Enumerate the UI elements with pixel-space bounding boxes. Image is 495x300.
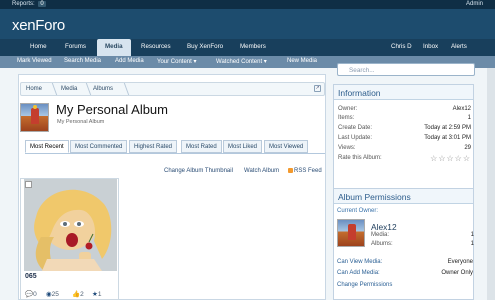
nav-media[interactable]: Media [97,39,131,56]
current-owner-label: Current Owner: [337,208,379,214]
rating-value: 1 [97,291,102,298]
reports-label: Reports: [12,1,35,7]
views-value: 29 [464,145,471,151]
owner-value[interactable]: Alex12 [453,106,471,112]
nav-inbox[interactable]: Inbox [423,43,438,50]
reports-link[interactable]: Reports: 0 [12,1,46,7]
album-subtitle: My Personal Album [57,119,105,125]
header: xenForo [0,9,495,39]
search-input[interactable]: Search... [337,63,475,76]
rate-label: Rate this Album: [338,155,382,161]
breadcrumb-separator [77,83,92,95]
rating-count: ★1 [92,290,101,298]
likes-count: 👍2 [72,290,84,298]
items-label: Items: [338,115,355,121]
breadcrumb-separator [43,83,58,95]
owner-media-value: 1 [470,232,474,238]
tab-most-commented[interactable]: Most Commented [70,140,128,153]
can-add-value: Owner Only [441,270,473,276]
thumbnail-image [24,179,117,271]
breadcrumb-home[interactable]: Home [26,86,42,92]
subnav-search-media[interactable]: Search Media [64,58,101,64]
scrollbar[interactable] [487,68,495,300]
reports-count-badge: 0 [38,1,46,7]
search-placeholder: Search... [349,67,375,74]
logo-text: xenForo [12,17,65,34]
items-value: 1 [467,115,471,121]
expand-icon[interactable]: ↗ [314,85,321,92]
admin-link[interactable]: Admin [466,1,483,7]
views-count: ◉25 [46,290,59,298]
media-item-card [20,178,119,300]
last-update-label: Last Update: [338,135,373,141]
comments-count: 💬0 [25,290,37,298]
admin-bar: Reports: 0 Admin [0,0,495,9]
tab-most-recent[interactable]: Most Recent [25,140,69,153]
rating-stars[interactable]: ☆☆☆☆☆ [430,154,471,163]
owner-media-label: Media: [371,232,390,238]
album-permissions-header: Album Permissions [334,189,473,204]
album-permissions-title: Album Permissions [338,192,411,202]
can-view-label: Can View Media: [337,259,383,265]
album-avatar[interactable] [20,103,49,132]
information-header: Information [334,85,473,100]
nav-user[interactable]: Chris D [391,43,412,50]
create-date-label: Create Date: [338,125,373,131]
nav-forums[interactable]: Forums [65,43,86,50]
breadcrumb: Home Media Albums ↗ [20,82,325,96]
rss-label: RSS Feed [294,168,322,175]
nav-buy-xenforo[interactable]: Buy XenForo [187,43,223,50]
views-value: 25 [51,291,59,298]
subnav-mark-viewed[interactable]: Mark Viewed [17,58,52,64]
rss-feed-link[interactable]: RSS Feed [288,168,322,174]
tab-most-viewed[interactable]: Most Viewed [264,140,309,153]
media-title[interactable]: 065 [25,273,37,280]
breadcrumb-separator [115,83,130,95]
comment-icon: 💬 [25,291,34,298]
rss-icon [288,168,293,173]
change-thumbnail-link[interactable]: Change Album Thumbnail [164,168,233,174]
nav-members[interactable]: Members [240,43,266,50]
information-panel: Information Owner: Alex12 Items: 1 Create … [333,84,474,190]
views-label: Views: [338,145,356,151]
nav-alerts[interactable]: Alerts [451,43,467,50]
select-media-checkbox[interactable] [25,181,32,188]
likes-value: 2 [80,291,84,298]
media-thumbnail[interactable] [24,179,117,271]
subnav-your-content[interactable]: Your Content ▾ [157,58,196,65]
nav-resources[interactable]: Resources [141,43,171,50]
create-date-value: Today at 2:59 PM [424,125,471,131]
can-add-label: Can Add Media: [337,270,380,276]
subnav-watched-content[interactable]: Watched Content ▾ [216,58,267,65]
tab-most-rated[interactable]: Most Rated [181,140,222,153]
breadcrumb-media[interactable]: Media [61,86,77,92]
owner-name[interactable]: Alex12 [371,222,397,232]
album-title: My Personal Album [56,102,168,117]
comments-value: 0 [33,291,37,298]
owner-avatar[interactable] [337,219,365,247]
thumbs-up-icon: 👍 [72,291,81,298]
owner-label: Owner: [338,106,358,112]
can-view-value: Everyone [447,259,473,265]
owner-albums-value: 1 [470,241,474,247]
watch-album-link[interactable]: Watch Album [244,168,279,174]
information-title: Information [338,88,381,98]
nav-home[interactable]: Home [30,43,47,50]
subnav-add-media[interactable]: Add Media [115,58,144,64]
breadcrumb-albums[interactable]: Albums [93,86,113,92]
last-update-value: Today at 3:01 PM [424,135,471,141]
main-navigation: Home Forums Media Resources Buy XenForo … [0,39,495,56]
owner-albums-label: Albums: [371,241,393,247]
tab-highest-rated[interactable]: Highest Rated [129,140,178,153]
tab-most-liked[interactable]: Most Liked [223,140,263,153]
change-permissions-link[interactable]: Change Permissions [337,282,392,288]
subnav-new-media[interactable]: New Media [287,58,317,64]
sort-tabs: Most Recent Most Commented Highest Rated… [25,140,325,154]
site-logo[interactable]: xenForo [12,17,65,34]
